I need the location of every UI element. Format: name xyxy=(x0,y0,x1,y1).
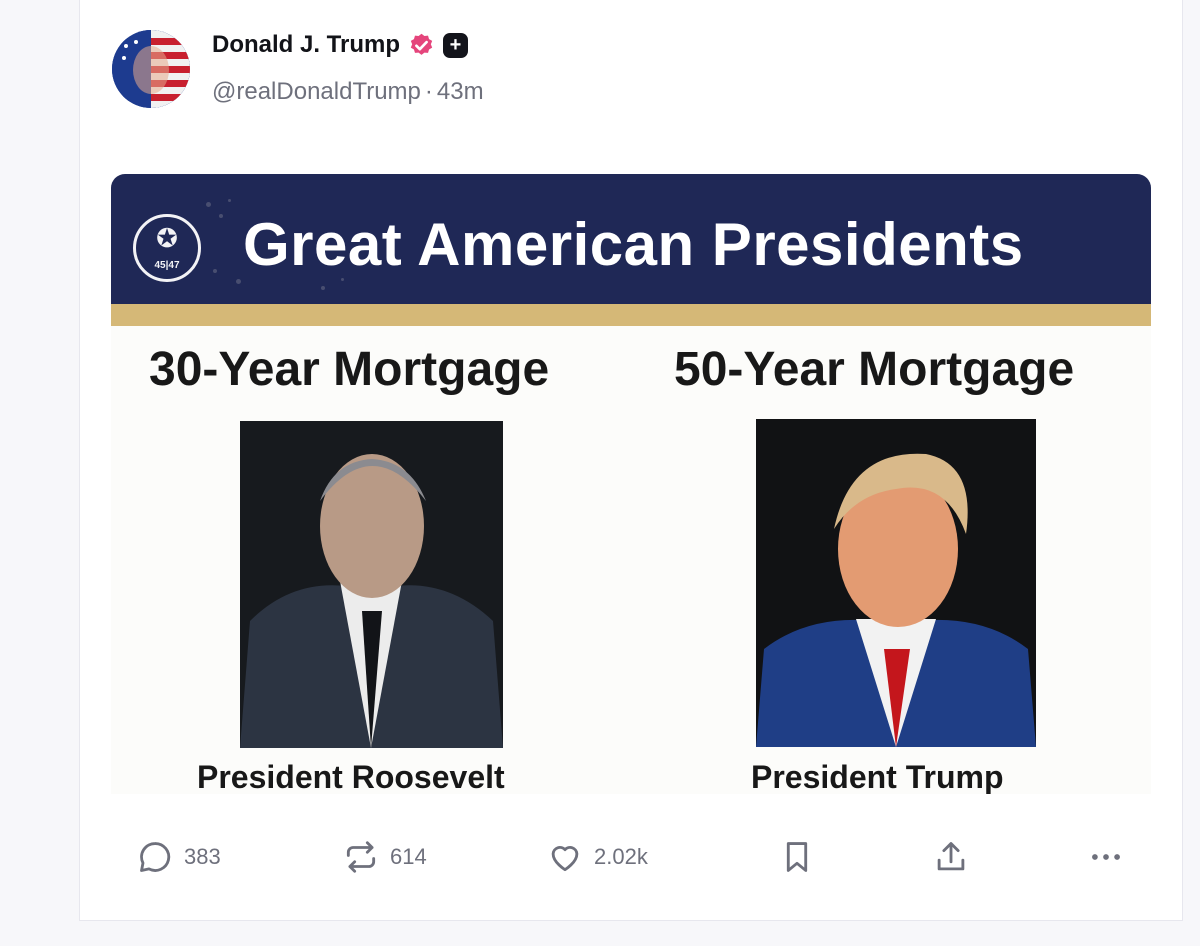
author-handle[interactable]: @realDonaldTrump xyxy=(212,78,421,105)
right-caption: President Trump xyxy=(751,759,1004,794)
image-banner: ✪ 45|47 Great American Presidents xyxy=(111,174,1151,304)
author-row: Donald J. Trump + xyxy=(212,31,469,59)
share-icon xyxy=(937,842,965,871)
bookmark-icon xyxy=(786,842,808,872)
like-count: 2.02k xyxy=(594,844,648,869)
trump-portrait xyxy=(756,419,1036,747)
like-button[interactable]: 2.02k xyxy=(546,838,648,876)
reply-button[interactable]: 383 xyxy=(136,838,221,876)
post-card[interactable]: Donald J. Trump + @realDonaldTrump · 43m ✪… xyxy=(79,0,1183,921)
left-caption: President Roosevelt xyxy=(197,759,505,794)
avatar-image xyxy=(112,30,190,108)
bookmark-button[interactable] xyxy=(778,838,816,876)
presidential-seal-icon: ✪ 45|47 xyxy=(133,214,201,282)
reply-count: 383 xyxy=(184,844,221,869)
heart-icon xyxy=(551,846,579,872)
right-column-heading: 50-Year Mortgage xyxy=(674,343,1075,396)
post-timestamp[interactable]: 43m xyxy=(437,78,484,105)
more-options-button[interactable] xyxy=(1086,838,1126,876)
meta-separator: · xyxy=(424,78,433,105)
verified-badge-icon xyxy=(410,33,433,55)
post-image[interactable]: ✪ 45|47 Great American Presidents 30-Yea… xyxy=(111,174,1151,794)
post-action-bar: 383 614 2.02k xyxy=(136,838,1136,888)
author-display-name[interactable]: Donald J. Trump xyxy=(212,31,400,59)
banner-title: Great American Presidents xyxy=(243,211,1024,278)
plus-badge-icon: + xyxy=(443,32,469,58)
repost-button[interactable]: 614 xyxy=(342,838,427,876)
author-meta: @realDonaldTrump · 43m xyxy=(212,78,484,106)
left-column-heading: 30-Year Mortgage xyxy=(149,343,550,396)
roosevelt-portrait xyxy=(240,421,503,748)
repost-icon xyxy=(346,841,376,873)
seal-number: 45|47 xyxy=(154,260,180,271)
avatar[interactable] xyxy=(112,30,190,108)
repost-count: 614 xyxy=(390,844,427,869)
reply-icon xyxy=(140,842,171,872)
eagle-icon: ✪ xyxy=(156,223,178,253)
gold-divider xyxy=(111,304,1151,326)
ellipsis-icon xyxy=(1092,854,1120,860)
share-button[interactable] xyxy=(932,838,970,876)
